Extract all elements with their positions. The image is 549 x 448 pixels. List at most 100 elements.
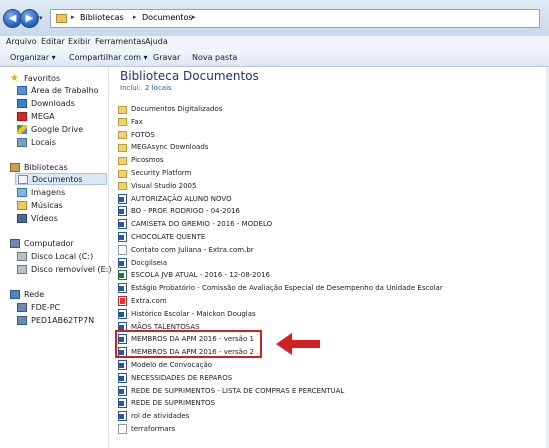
file-item[interactable]: ESCOLA JVB ATUAL - 2016 - 12-08-2016 — [118, 269, 270, 281]
highlight-box — [115, 330, 262, 358]
menu-ajuda[interactable]: Ajuda — [145, 37, 168, 46]
file-item[interactable]: REDE DE SUPRIMENTOS - LISTA DE COMPRAS E… — [118, 385, 344, 397]
file-name: AUTORIZAÇÃO ALUNO NOVO — [131, 194, 232, 203]
breadcrumb-documents[interactable]: Documentos — [142, 13, 193, 22]
nav-item-removable-disk[interactable]: Disco removível (E:) — [17, 263, 111, 275]
desktop-icon — [17, 85, 27, 95]
file-name: BO - PROF. RODRIGO - 04-2016 — [131, 207, 240, 216]
file-name: CHOCOLATE QUENTE — [131, 233, 206, 241]
history-dropdown-icon[interactable]: ▾ — [39, 14, 43, 22]
file-item[interactable]: Contato com Juliana - Extra.com.br — [118, 244, 254, 256]
documents-icon — [18, 174, 28, 184]
hard-drive-icon — [17, 251, 27, 261]
nav-favorites[interactable]: ★ Favoritos — [10, 72, 60, 84]
library-folder-icon — [56, 14, 67, 23]
nav-item-google-drive[interactable]: Google Drive — [17, 123, 83, 135]
forward-arrow-icon[interactable]: ▶ — [20, 9, 39, 28]
network-computer-icon — [17, 302, 27, 312]
nav-label: Locais — [31, 137, 56, 147]
nav-label: Área de Trabalho — [31, 85, 99, 95]
file-name: FOTOS — [131, 130, 155, 139]
file-item[interactable]: BO - PROF. RODRIGO - 04-2016 — [118, 205, 240, 217]
file-item[interactable]: AUTORIZAÇÃO ALUNO NOVO — [118, 193, 232, 205]
excel-file-icon — [118, 270, 127, 281]
locations-link[interactable]: 2 locais — [145, 84, 172, 92]
burn-button[interactable]: Gravar — [153, 53, 180, 62]
includes-label: Inclui: — [120, 84, 142, 92]
nav-item-places[interactable]: Locais — [17, 136, 56, 148]
folder-item[interactable]: Picosmos — [118, 154, 164, 166]
folder-icon — [118, 143, 127, 152]
nav-label: Computador — [24, 238, 74, 248]
file-name: Documentos Digitalizados — [131, 105, 223, 113]
folder-item[interactable]: Documentos Digitalizados — [118, 103, 222, 115]
file-name: Fax — [131, 117, 143, 126]
word-document-icon — [118, 257, 127, 268]
organize-button[interactable]: Organizar ▾ — [10, 53, 56, 62]
file-name: Extra.com — [131, 297, 167, 305]
nav-item-downloads[interactable]: Downloads — [17, 97, 75, 109]
file-item[interactable]: REDE DE SUPRIMENTOS — [118, 397, 215, 409]
folder-icon — [118, 156, 127, 165]
file-item[interactable]: Docgilseia — [118, 257, 167, 269]
chevron-right-icon[interactable]: ▸ — [133, 13, 137, 21]
nav-item-desktop[interactable]: Área de Trabalho — [17, 84, 99, 96]
chevron-right-icon[interactable]: ▸ — [192, 13, 196, 21]
folder-item[interactable]: Fax — [118, 116, 143, 128]
folder-item[interactable]: FOTOS — [118, 129, 155, 141]
nav-item-fde-pc[interactable]: FDE-PC — [17, 301, 60, 313]
file-name: Docgilseia — [131, 258, 168, 267]
file-item[interactable]: Histórico Escolar - Maickon Douglas — [118, 308, 256, 320]
file-item[interactable]: Extra.com — [118, 295, 167, 307]
share-button[interactable]: Compartilhar com ▾ — [69, 53, 148, 62]
nav-network[interactable]: Rede — [10, 288, 44, 300]
word-document-icon — [118, 398, 127, 409]
network-computer-icon — [17, 315, 27, 325]
breadcrumb-libraries[interactable]: Bibliotecas — [80, 13, 124, 22]
nav-libraries[interactable]: Bibliotecas — [10, 161, 68, 173]
menu-arquivo[interactable]: Arquivo — [6, 37, 37, 46]
nav-item-local-disk[interactable]: Disco Local (C:) — [17, 250, 93, 262]
folder-icon — [118, 169, 127, 178]
nav-item-videos[interactable]: Vídeos — [17, 212, 58, 224]
folder-icon — [118, 118, 127, 127]
address-input[interactable]: ▸ Bibliotecas ▸ Documentos ▸ — [50, 9, 540, 28]
nav-computer[interactable]: Computador — [10, 237, 74, 249]
nav-item-music[interactable]: Músicas — [17, 199, 63, 211]
file-item[interactable]: CAMISETA DO GREMIO - 2016 - MODELO — [118, 218, 272, 230]
nav-item-images[interactable]: Imagens — [17, 186, 65, 198]
menu-bar: Arquivo Editar Exibir Ferramentas Ajuda — [0, 36, 549, 50]
file-name: Histórico Escolar - Maickon Douglas — [131, 309, 256, 318]
google-drive-icon — [17, 124, 27, 134]
file-item[interactable]: Modelo de Convocação — [118, 359, 212, 371]
command-bar: Organizar ▾ Compartilhar com ▾ Gravar No… — [0, 49, 549, 67]
new-folder-button[interactable]: Nova pasta — [192, 53, 237, 62]
nav-label: Rede — [24, 289, 45, 299]
nav-label: Documentos — [32, 174, 83, 184]
nav-item-ped1ab62tp7n[interactable]: PED1AB62TP7N — [17, 314, 94, 326]
file-item[interactable]: NECESSIDADES DE REPAROS — [118, 372, 232, 384]
file-item[interactable]: CHOCOLATE QUENTE — [118, 231, 205, 243]
removable-drive-icon — [17, 264, 27, 274]
folder-item[interactable]: MEGAsync Downloads — [118, 141, 208, 153]
nav-label: FDE-PC — [31, 302, 61, 312]
word-document-icon — [118, 360, 127, 370]
menu-ferramentas[interactable]: Ferramentas — [95, 37, 145, 46]
file-item[interactable]: rol de atividades — [118, 410, 189, 422]
nav-label: Disco removível (E:) — [31, 264, 112, 274]
file-name: Picosmos — [131, 156, 164, 165]
menu-editar[interactable]: Editar — [41, 37, 65, 46]
nav-item-documents[interactable]: Documentos — [15, 173, 107, 185]
file-item[interactable]: terraformars — [118, 423, 175, 435]
network-icon — [10, 289, 20, 299]
file-item[interactable]: Estágio Probatório - Comissão de Avaliaç… — [118, 282, 443, 294]
menu-exibir[interactable]: Exibir — [68, 37, 91, 46]
word-document-icon — [118, 206, 127, 217]
folder-icon — [118, 131, 127, 140]
folder-item[interactable]: Visual Studio 2005 — [118, 180, 196, 192]
nav-item-mega[interactable]: MEGA — [17, 110, 55, 122]
file-icon — [118, 424, 127, 434]
file-name: REDE DE SUPRIMENTOS - LISTA DE COMPRAS E… — [131, 386, 345, 395]
chevron-right-icon[interactable]: ▸ — [71, 13, 75, 21]
folder-item[interactable]: Security Platform — [118, 167, 192, 179]
